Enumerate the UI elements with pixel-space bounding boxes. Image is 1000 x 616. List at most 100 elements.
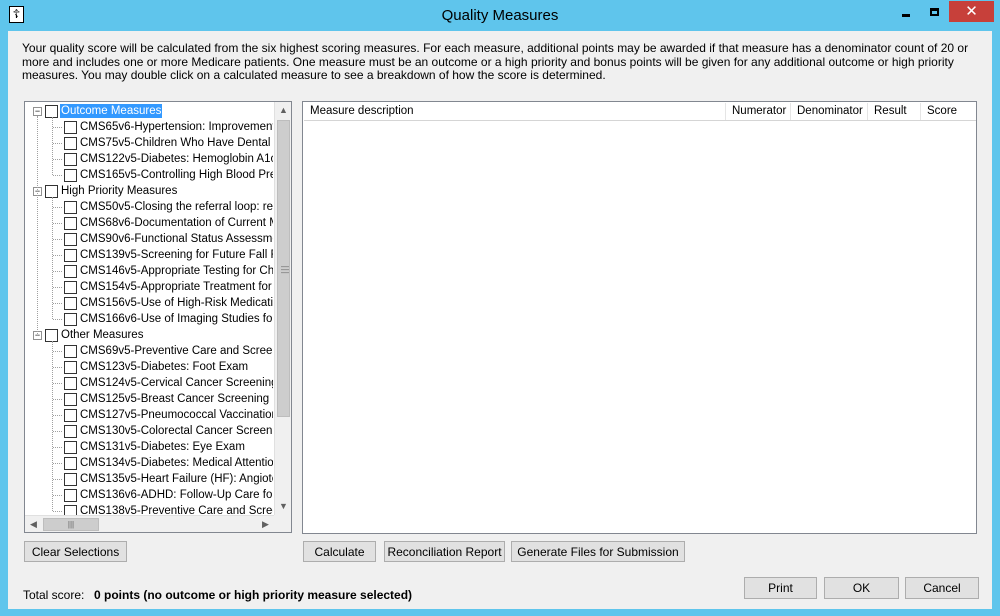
measure-label: CMS75v5-Children Who Have Dental De — [80, 137, 273, 149]
tree-group-label: Other Measures — [61, 329, 144, 341]
tree-item[interactable]: CMS136v6-ADHD: Follow-Up Care for Ch — [64, 487, 273, 503]
tree-item[interactable]: CMS50v5-Closing the referral loop: recei… — [64, 199, 273, 215]
column-result[interactable]: Result — [868, 103, 921, 120]
tree-item[interactable]: CMS165v5-Controlling High Blood Pressu — [64, 167, 273, 183]
scroll-right-icon[interactable]: ▶ — [257, 516, 274, 532]
tree-item[interactable]: CMS154v5-Appropriate Treatment for Ch — [64, 279, 273, 295]
tree-item[interactable]: CMS122v5-Diabetes: Hemoglobin A1c P — [64, 151, 273, 167]
tree-item[interactable]: CMS146v5-Appropriate Testing for Childr — [64, 263, 273, 279]
measure-checkbox[interactable] — [64, 424, 77, 438]
column-denominator[interactable]: Denominator — [791, 103, 868, 120]
tree-item[interactable]: CMS135v5-Heart Failure (HF): Angiotens — [64, 471, 273, 487]
tree-horizontal-scrollbar[interactable]: ◀ ||| ▶ — [25, 515, 274, 532]
tree-connector — [53, 367, 62, 368]
tree-group[interactable]: − High Priority Measures — [33, 183, 178, 199]
group-checkbox[interactable] — [45, 328, 58, 342]
tree-item[interactable]: CMS156v5-Use of High-Risk Medications — [64, 295, 273, 311]
column-score[interactable]: Score — [921, 103, 976, 120]
measure-label: CMS131v5-Diabetes: Eye Exam — [80, 441, 245, 453]
tree-item[interactable]: CMS139v5-Screening for Future Fall Risk — [64, 247, 273, 263]
measures-tree[interactable]: − Outcome Measures CMS65v6-Hypertension: I… — [24, 101, 292, 533]
measure-checkbox[interactable] — [64, 312, 77, 326]
tree-item[interactable]: CMS69v5-Preventive Care and Screenin — [64, 343, 273, 359]
measure-checkbox[interactable] — [64, 392, 77, 406]
ok-button[interactable]: OK — [824, 577, 899, 599]
reconciliation-report-button[interactable]: Reconciliation Report — [384, 541, 505, 562]
measure-checkbox[interactable] — [64, 344, 77, 358]
measure-checkbox[interactable] — [64, 408, 77, 422]
title-bar[interactable]: ☦ Quality Measures ✕ — [0, 0, 1000, 32]
measure-label: CMS65v6-Hypertension: Improvement in — [80, 121, 273, 133]
measure-checkbox[interactable] — [64, 488, 77, 502]
print-button[interactable]: Print — [744, 577, 817, 599]
column-measure-description[interactable]: Measure description — [304, 103, 726, 120]
measure-checkbox[interactable] — [64, 456, 77, 470]
tree-item[interactable]: CMS68v6-Documentation of Current Med — [64, 215, 273, 231]
measure-label: CMS166v6-Use of Imaging Studies for Lo — [80, 313, 273, 325]
measure-label: CMS127v5-Pneumococcal Vaccination S — [80, 409, 273, 421]
group-checkbox[interactable] — [45, 104, 58, 118]
scroll-up-icon[interactable]: ▲ — [275, 102, 291, 119]
tree-item[interactable]: CMS124v5-Cervical Cancer Screening — [64, 375, 273, 391]
measure-checkbox[interactable] — [64, 280, 77, 294]
tree-connector — [53, 271, 62, 272]
tree-item[interactable]: CMS125v5-Breast Cancer Screening — [64, 391, 270, 407]
measure-checkbox[interactable] — [64, 472, 77, 486]
tree-item[interactable]: CMS134v5-Diabetes: Medical Attention f — [64, 455, 273, 471]
clear-selections-button[interactable]: Clear Selections — [24, 541, 127, 562]
measure-checkbox[interactable] — [64, 168, 77, 182]
generate-files-button[interactable]: Generate Files for Submission — [511, 541, 685, 562]
tree-item[interactable]: CMS130v5-Colorectal Cancer Screening — [64, 423, 273, 439]
measure-label: CMS124v5-Cervical Cancer Screening — [80, 377, 273, 389]
window-title: Quality Measures — [441, 7, 559, 24]
close-icon: ✕ — [965, 3, 978, 20]
tree-item[interactable]: CMS131v5-Diabetes: Eye Exam — [64, 439, 246, 455]
measure-checkbox[interactable] — [64, 296, 77, 310]
measure-checkbox[interactable] — [64, 248, 77, 262]
tree-connector — [53, 319, 62, 320]
tree-item[interactable]: CMS123v5-Diabetes: Foot Exam — [64, 359, 249, 375]
vertical-scroll-thumb[interactable]: — — — — [277, 120, 290, 417]
maximize-button[interactable] — [921, 1, 947, 22]
collapse-icon[interactable]: − — [33, 106, 42, 116]
calculate-button[interactable]: Calculate — [303, 541, 376, 562]
tree-item[interactable]: CMS65v6-Hypertension: Improvement in — [64, 119, 273, 135]
measure-checkbox[interactable] — [64, 232, 77, 246]
measure-checkbox[interactable] — [64, 136, 77, 150]
minimize-button[interactable] — [893, 1, 919, 22]
scroll-down-icon[interactable]: ▼ — [275, 498, 291, 515]
tree-item[interactable]: CMS166v6-Use of Imaging Studies for Lo — [64, 311, 273, 327]
tree-item[interactable]: CMS138v5-Preventive Care and Screeni — [64, 503, 273, 515]
tree-connector — [52, 197, 53, 319]
measure-checkbox[interactable] — [64, 360, 77, 374]
tree-item[interactable]: CMS127v5-Pneumococcal Vaccination S — [64, 407, 273, 423]
tree-connector — [53, 463, 62, 464]
measure-checkbox[interactable] — [64, 504, 77, 515]
horizontal-scroll-thumb[interactable]: ||| — [43, 518, 99, 531]
tree-item[interactable]: CMS90v6-Functional Status Assessment — [64, 231, 273, 247]
tree-connector — [53, 399, 62, 400]
scroll-left-icon[interactable]: ◀ — [25, 516, 42, 532]
tree-group[interactable]: − Other Measures — [33, 327, 144, 343]
measure-checkbox[interactable] — [64, 152, 77, 166]
cancel-button[interactable]: Cancel — [905, 577, 979, 599]
total-score-value: 0 points (no outcome or high priority me… — [94, 588, 413, 602]
column-numerator[interactable]: Numerator — [726, 103, 791, 120]
tree-connector — [37, 116, 38, 336]
measure-checkbox[interactable] — [64, 120, 77, 134]
tree-connector — [53, 287, 62, 288]
measure-label: CMS134v5-Diabetes: Medical Attention f — [80, 457, 273, 469]
measure-checkbox[interactable] — [64, 216, 77, 230]
measure-label: CMS154v5-Appropriate Treatment for Ch — [80, 281, 273, 293]
measure-label: CMS123v5-Diabetes: Foot Exam — [80, 361, 249, 373]
measure-checkbox[interactable] — [64, 440, 77, 454]
measure-label: CMS122v5-Diabetes: Hemoglobin A1c P — [80, 153, 273, 165]
tree-vertical-scrollbar[interactable]: ▲ — — — ▼ — [274, 102, 291, 515]
results-grid[interactable]: Measure description Numerator Denominato… — [302, 101, 977, 534]
measure-checkbox[interactable] — [64, 264, 77, 278]
measure-checkbox[interactable] — [64, 200, 77, 214]
measure-checkbox[interactable] — [64, 376, 77, 390]
group-checkbox[interactable] — [45, 184, 58, 198]
close-button[interactable]: ✕ — [949, 1, 994, 22]
tree-item[interactable]: CMS75v5-Children Who Have Dental De — [64, 135, 273, 151]
